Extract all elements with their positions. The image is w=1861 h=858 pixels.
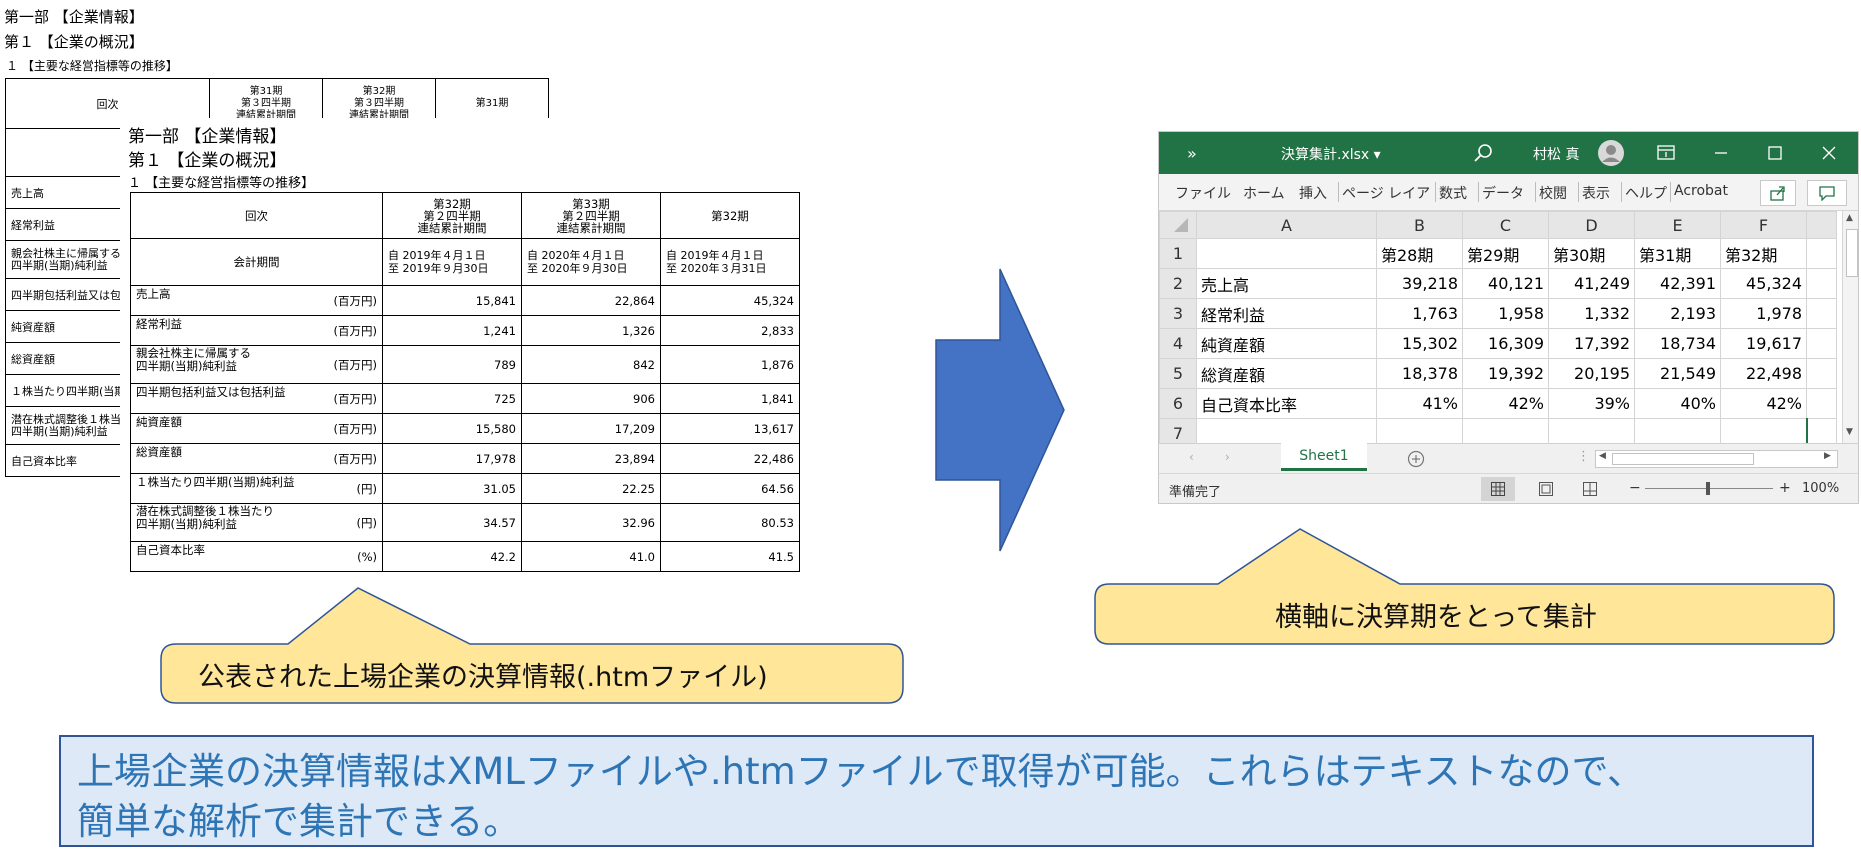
summary-box: 上場企業の決算情報はXMLファイルや.htmファイルで取得が可能。これらはテキス… [59, 735, 1814, 847]
summary-line-2: 簡単な解析で集計できる。 [77, 800, 521, 843]
callout-shapes [160, 528, 1835, 704]
summary-line-1: 上場企業の決算情報はXMLファイルや.htmファイルで取得が可能。これらはテキス… [77, 750, 1645, 793]
left-callout-text: 公表された上場企業の決算情報(.htmファイル) [198, 662, 768, 693]
right-callout-text: 横軸に決算期をとって集計 [1275, 602, 1597, 633]
